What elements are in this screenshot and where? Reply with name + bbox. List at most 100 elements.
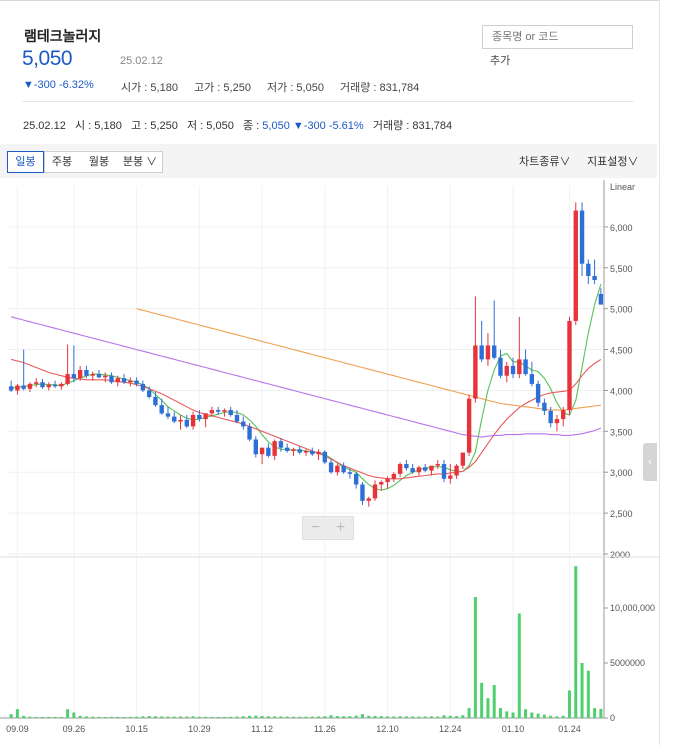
stat-high-value: 5,250 xyxy=(223,82,251,94)
candle-body xyxy=(347,472,353,474)
candle-body xyxy=(360,484,365,501)
candle-body xyxy=(153,396,158,406)
volume-bar xyxy=(179,716,183,718)
volume-bar xyxy=(530,712,534,718)
volume-bar xyxy=(542,714,546,718)
candle-body xyxy=(291,449,296,451)
ma120-line xyxy=(136,308,601,411)
volume-bar xyxy=(348,716,352,718)
candle-body xyxy=(134,380,139,384)
volume-bar xyxy=(172,716,176,718)
volume-bar xyxy=(467,708,471,718)
volume-bar xyxy=(436,716,440,718)
price-change: ▼-300 -6.32% xyxy=(23,79,94,91)
zoom-in-button[interactable]: + xyxy=(328,517,353,539)
volume-bar xyxy=(9,714,13,718)
tab-monthly[interactable]: 월봉 xyxy=(82,152,116,174)
volume-bar xyxy=(404,716,408,718)
volume-bar xyxy=(323,716,327,718)
candle-body xyxy=(84,370,89,376)
volume-bar xyxy=(47,716,51,718)
price-tick-label: 5,500 xyxy=(610,264,633,274)
candlestick-chart[interactable]: 2000 2,500 3,000 3,500 4,000 4,500 5,000 5,500 6… xyxy=(0,180,660,745)
candle-body xyxy=(579,210,585,264)
stock-name[interactable]: 램테크놀러지 xyxy=(24,26,101,46)
volume-bar xyxy=(291,716,295,718)
stock-chart-page: { "stock": { "name": "램테크놀러지", "price": … xyxy=(0,0,677,745)
stat-high: 고가 : 5,250 xyxy=(194,79,251,95)
time-tick-label: 11.12 xyxy=(251,724,273,734)
volume-bar xyxy=(128,716,132,718)
candle-body xyxy=(46,384,51,388)
tab-weekly[interactable]: 주봉 xyxy=(46,152,78,174)
volume-bar xyxy=(22,715,26,718)
price-tick-label: 4,000 xyxy=(610,386,633,396)
candle-body xyxy=(341,465,346,473)
stat-low-label: 저가 : xyxy=(267,82,297,94)
candle-body xyxy=(410,468,415,473)
candle-body xyxy=(266,447,271,456)
info-open: 시 : 5,180 xyxy=(75,120,122,132)
volume-bar xyxy=(392,716,396,718)
price-tick-label: 4,500 xyxy=(610,346,633,356)
candle-body xyxy=(366,498,371,501)
volume-bar xyxy=(567,690,571,718)
info-low: 저 : 5,050 xyxy=(187,120,234,132)
candle-body xyxy=(473,345,478,399)
stat-volume-value: 831,784 xyxy=(379,82,420,94)
volume-bar xyxy=(216,717,220,718)
candle-body xyxy=(498,357,503,376)
stock-search-input[interactable] xyxy=(482,25,633,49)
side-panel-toggle[interactable]: ‹ xyxy=(643,443,657,481)
tab-minute[interactable]: 분봉 ∨ xyxy=(119,152,161,174)
volume-bar xyxy=(229,716,233,718)
volume-bar xyxy=(442,715,446,718)
candle-body xyxy=(441,464,447,479)
volume-bar xyxy=(204,716,208,718)
candle-body xyxy=(554,419,560,424)
time-tick-label: 01.24 xyxy=(558,724,581,734)
price-tick-label: 6,000 xyxy=(610,223,633,233)
volume-bar xyxy=(549,715,553,718)
volume-bar xyxy=(254,715,258,718)
candle-body xyxy=(435,464,440,466)
indicator-settings-dropdown[interactable]: 지표설정∨ xyxy=(587,153,638,169)
add-stock-button[interactable]: 추가 xyxy=(490,52,510,68)
time-tick-label: 10.29 xyxy=(188,724,211,734)
candle-body xyxy=(234,414,240,422)
candle-body xyxy=(466,398,472,453)
candle-body xyxy=(416,467,422,473)
candle-body xyxy=(21,385,26,389)
volume-bar xyxy=(536,713,540,718)
candle-body xyxy=(34,382,39,384)
tab-daily[interactable]: 일봉 xyxy=(7,151,44,173)
chart-type-dropdown[interactable]: 차트종류∨ xyxy=(519,153,570,169)
candle-body xyxy=(259,447,265,455)
candle-body xyxy=(8,386,14,391)
volume-bar xyxy=(298,716,302,718)
candle-body xyxy=(241,421,246,427)
volume-bar xyxy=(498,708,502,718)
candle-body xyxy=(222,410,227,412)
volume-bar xyxy=(222,716,226,718)
candle-body xyxy=(284,447,290,451)
candle-body xyxy=(485,345,491,360)
candle-body xyxy=(385,478,390,483)
candle-body xyxy=(165,413,171,417)
volume-bar xyxy=(599,708,603,718)
candle-body xyxy=(71,374,77,379)
volume-bar xyxy=(191,716,195,718)
candle-body xyxy=(529,374,535,384)
candle-body xyxy=(479,345,484,360)
zoom-out-button[interactable]: − xyxy=(303,517,328,539)
candle-body xyxy=(197,414,202,420)
candle-body xyxy=(504,365,509,376)
candle-body xyxy=(140,383,146,391)
volume-bar xyxy=(429,716,433,718)
candle-body xyxy=(586,263,591,276)
time-tick-label: 01.10 xyxy=(502,724,525,734)
candle-body xyxy=(146,390,152,397)
volume-bar xyxy=(492,685,496,718)
volume-bar xyxy=(480,682,484,718)
volume-bar xyxy=(235,716,239,718)
